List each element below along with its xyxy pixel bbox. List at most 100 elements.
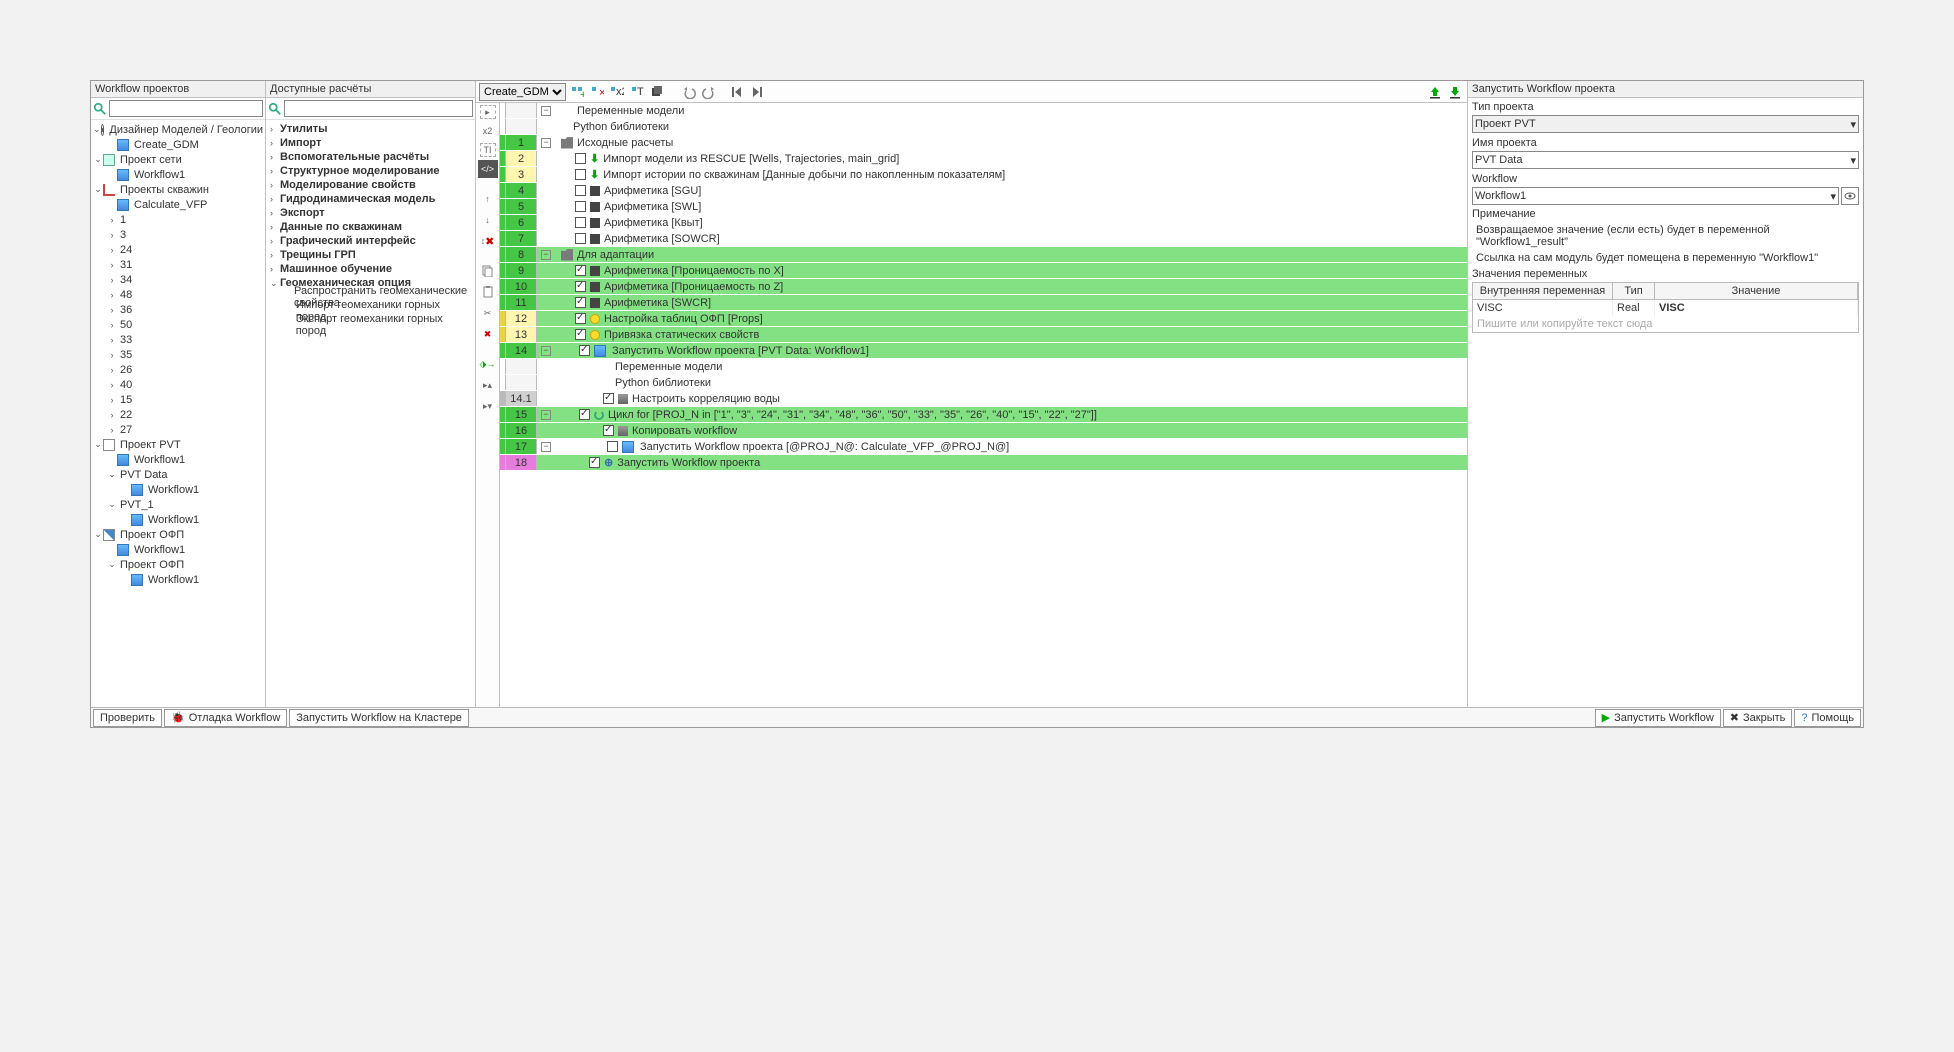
tree-item[interactable]: Workflow1	[91, 167, 265, 182]
side-down-icon[interactable]: ↓	[478, 211, 498, 229]
download-icon[interactable]	[1446, 83, 1464, 101]
side-ti-icon[interactable]: TI	[480, 143, 496, 157]
side-code-icon[interactable]: </>	[478, 160, 498, 178]
workflow-row[interactable]: 14.1Настроить корреляцию воды	[500, 391, 1467, 407]
tree-item[interactable]: ⌄Проекты скважин	[91, 182, 265, 197]
tree-item[interactable]: ›33	[91, 332, 265, 347]
side-sort-up-icon[interactable]: ▸▴	[478, 376, 498, 394]
ti-icon[interactable]: TI	[628, 83, 646, 101]
workflow-row[interactable]: 11Арифметика [SWCR]	[500, 295, 1467, 311]
tree-item[interactable]: ⌄Проект ОФП	[91, 557, 265, 572]
tree-item[interactable]: ⌄Дизайнер Моделей / Геологии	[91, 122, 265, 137]
calc-search-input[interactable]	[284, 100, 473, 117]
side-cut-icon[interactable]: ✂	[478, 304, 498, 322]
tree-item[interactable]: ›50	[91, 317, 265, 332]
add-icon[interactable]: +	[568, 83, 586, 101]
tree-item[interactable]: ›27	[91, 422, 265, 437]
step-checkbox[interactable]	[579, 345, 590, 356]
step-checkbox[interactable]	[575, 329, 586, 340]
workflow-row[interactable]: Python библиотеки	[500, 375, 1467, 391]
step-checkbox[interactable]	[575, 201, 586, 212]
x2-icon[interactable]: x2	[608, 83, 626, 101]
side-x2-icon[interactable]: x2	[478, 122, 498, 140]
calc-item[interactable]: ›Импорт	[268, 136, 473, 150]
step-checkbox[interactable]	[575, 313, 586, 324]
calc-item[interactable]: Экспорт геомеханики горных пород	[268, 318, 473, 332]
step-checkbox[interactable]	[603, 393, 614, 404]
workflow-row[interactable]: Переменные модели	[500, 103, 1467, 119]
calc-item[interactable]: ›Экспорт	[268, 206, 473, 220]
calc-item[interactable]: ›Гидродинамическая модель	[268, 192, 473, 206]
calc-tree[interactable]: ›Утилиты›Импорт›Вспомогательные расчёты›…	[266, 120, 475, 707]
calc-item[interactable]: ›Моделирование свойств	[268, 178, 473, 192]
side-paste-icon[interactable]	[478, 283, 498, 301]
projects-search-input[interactable]	[109, 100, 263, 117]
tree-item[interactable]: ⌄Проект PVT	[91, 437, 265, 452]
workflow-row[interactable]: 14Запустить Workflow проекта [PVT Data: …	[500, 343, 1467, 359]
step-checkbox[interactable]	[575, 281, 586, 292]
workflow-row[interactable]: 17Запустить Workflow проекта [@PROJ_N@: …	[500, 439, 1467, 455]
tree-item[interactable]: Workflow1	[91, 542, 265, 557]
undo-icon[interactable]	[680, 83, 698, 101]
help-button[interactable]: ?Помощь	[1794, 709, 1861, 727]
tree-item[interactable]: ›24	[91, 242, 265, 257]
vars-row[interactable]: VISC Real VISC	[1473, 300, 1858, 316]
close-button[interactable]: ✖Закрыть	[1723, 709, 1793, 727]
calc-item[interactable]: ›Вспомогательные расчёты	[268, 150, 473, 164]
step-checkbox[interactable]	[579, 409, 590, 420]
side-apply-icon[interactable]: ⬗→	[478, 355, 498, 373]
project-name-select[interactable]: PVT Data▾	[1472, 151, 1859, 169]
workflow-row[interactable]: 2⬇Импорт модели из RESCUE [Wells, Trajec…	[500, 151, 1467, 167]
step-checkbox[interactable]	[575, 297, 586, 308]
calc-item[interactable]: ›Данные по скважинам	[268, 220, 473, 234]
tree-item[interactable]: ›26	[91, 362, 265, 377]
workflow-row[interactable]: 18⊕Запустить Workflow проекта	[500, 455, 1467, 471]
collapse-icon[interactable]	[541, 442, 551, 452]
step-checkbox[interactable]	[575, 265, 586, 276]
last-icon[interactable]	[748, 83, 766, 101]
step-checkbox[interactable]	[607, 441, 618, 452]
vars-input-placeholder[interactable]: Пишите или копируйте текст сюда	[1473, 316, 1858, 332]
collapse-icon[interactable]	[541, 250, 551, 260]
remove-icon[interactable]: ×	[588, 83, 606, 101]
workflow-row[interactable]: 15Цикл for [PROJ_N in ["1", "3", "24", "…	[500, 407, 1467, 423]
step-checkbox[interactable]	[603, 425, 614, 436]
projects-tree[interactable]: ⌄Дизайнер Моделей / ГеологииCreate_GDM⌄П…	[91, 120, 265, 707]
workflow-row[interactable]: 9Арифметика [Проницаемость по X]	[500, 263, 1467, 279]
tree-item[interactable]: ›3	[91, 227, 265, 242]
side-up-icon[interactable]: ↑	[478, 190, 498, 208]
side-delete-icon[interactable]: ✖	[478, 325, 498, 343]
tree-item[interactable]: ›48	[91, 287, 265, 302]
calc-item[interactable]: ›Графический интерфейс	[268, 234, 473, 248]
workflow-row[interactable]: 4Арифметика [SGU]	[500, 183, 1467, 199]
collapse-icon[interactable]	[541, 346, 551, 356]
debug-button[interactable]: 🐞Отладка Workflow	[164, 709, 287, 727]
tree-item[interactable]: ›34	[91, 272, 265, 287]
calc-item[interactable]: ›Трещины ГРП	[268, 248, 473, 262]
workflow-row[interactable]: 10Арифметика [Проницаемость по Z]	[500, 279, 1467, 295]
step-checkbox[interactable]	[575, 217, 586, 228]
workflow-row[interactable]: Переменные модели	[500, 359, 1467, 375]
side-insert-icon[interactable]: ▸	[480, 105, 496, 119]
step-checkbox[interactable]	[589, 457, 600, 468]
workflow-row[interactable]: 3⬇Импорт истории по скважинам [Данные до…	[500, 167, 1467, 183]
upload-icon[interactable]	[1426, 83, 1444, 101]
side-sort-down-icon[interactable]: ▸▾	[478, 397, 498, 415]
stack-icon[interactable]	[648, 83, 666, 101]
calc-item[interactable]: ›Машинное обучение	[268, 262, 473, 276]
first-icon[interactable]	[728, 83, 746, 101]
tree-item[interactable]: ›40	[91, 377, 265, 392]
tree-item[interactable]: ⌄Проект сети	[91, 152, 265, 167]
tree-item[interactable]: ⌄PVT Data	[91, 467, 265, 482]
collapse-icon[interactable]	[541, 410, 551, 420]
tree-item[interactable]: Create_GDM	[91, 137, 265, 152]
tree-item[interactable]: Workflow1	[91, 482, 265, 497]
workflow-row[interactable]: 8Для адаптации	[500, 247, 1467, 263]
project-type-select[interactable]: Проект PVT▾	[1472, 115, 1859, 133]
tree-item[interactable]: ›1	[91, 212, 265, 227]
workflow-row[interactable]: 5Арифметика [SWL]	[500, 199, 1467, 215]
workflow-select[interactable]: Create_GDM	[479, 83, 566, 101]
workflow-row[interactable]: Python библиотеки	[500, 119, 1467, 135]
calc-item[interactable]: ›Структурное моделирование	[268, 164, 473, 178]
workflow-rows[interactable]: Переменные моделиPython библиотеки1Исход…	[500, 103, 1467, 707]
